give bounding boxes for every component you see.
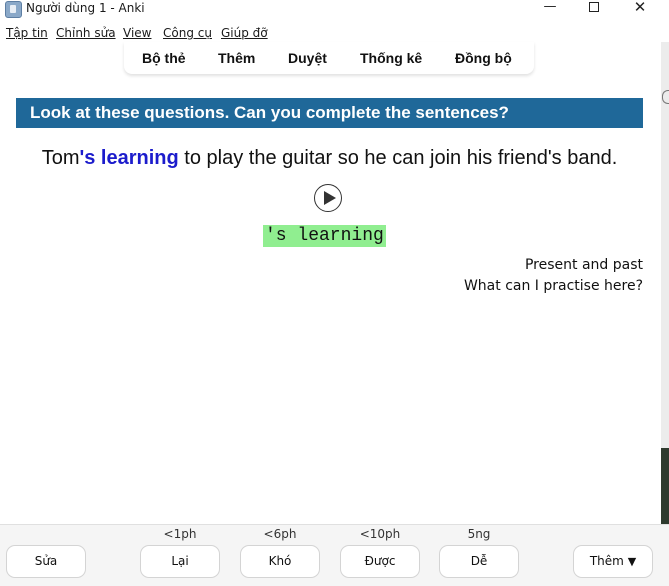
background-window-edge-dark [661,448,669,528]
play-audio-icon[interactable] [314,184,342,212]
tab-sync[interactable]: Đồng bộ [455,50,512,66]
menu-edit[interactable]: Chỉnh sửa [56,26,116,40]
menu-bar: Tập tin Chỉnh sửa View Công cụ Giúp đỡ [0,22,669,42]
menu-view[interactable]: View [123,26,151,40]
interval-good: <10ph [359,527,401,541]
sentence-before: Tom [41,147,80,169]
interval-again: <1ph [163,527,197,541]
practice-link[interactable]: What can I practise here? [343,278,643,294]
menu-file[interactable]: Tập tin [6,26,48,40]
again-button[interactable]: Lại [140,545,220,578]
tab-stats[interactable]: Thống kê [360,50,422,66]
sentence-highlight: 's learning [79,147,179,169]
window-title: Người dùng 1 - Anki [26,1,145,15]
menu-tools[interactable]: Công cụ [163,26,212,40]
tab-decks[interactable]: Bộ thẻ [142,50,186,66]
easy-button[interactable]: Dễ [439,545,519,578]
tab-browse[interactable]: Duyệt [288,50,327,66]
answer-box: 's learning [263,225,386,247]
sentence-after: to play the guitar so he can join his fr… [178,147,618,169]
question-banner: Look at these questions. Can you complet… [16,98,643,128]
minimize-button[interactable]: — [530,0,570,14]
question-sentence: Tom's learning to play the guitar so he … [0,147,659,170]
main-toolbar: Bộ thẻ Thêm Duyệt Thống kê Đồng bộ [124,42,534,74]
tab-add[interactable]: Thêm [218,50,255,66]
title-bar: Người dùng 1 - Anki — ✕ [0,0,669,20]
background-icon [662,90,669,104]
unit-label: Present and past [524,257,643,273]
maximize-button[interactable] [574,0,614,14]
close-button[interactable]: ✕ [620,0,660,15]
more-button[interactable]: Thêm ▼ [573,545,653,578]
maximize-icon [589,2,599,12]
anki-app-icon [5,1,22,18]
edit-button[interactable]: Sửa [6,545,86,578]
menu-help[interactable]: Giúp đỡ [221,26,268,40]
interval-easy: 5ng [467,527,491,541]
interval-hard: <6ph [263,527,297,541]
review-bottom-bar [0,524,669,586]
more-label: Thêm [589,554,624,568]
dropdown-arrow-icon: ▼ [627,555,637,568]
hard-button[interactable]: Khó [240,545,320,578]
good-button[interactable]: Được [340,545,420,578]
